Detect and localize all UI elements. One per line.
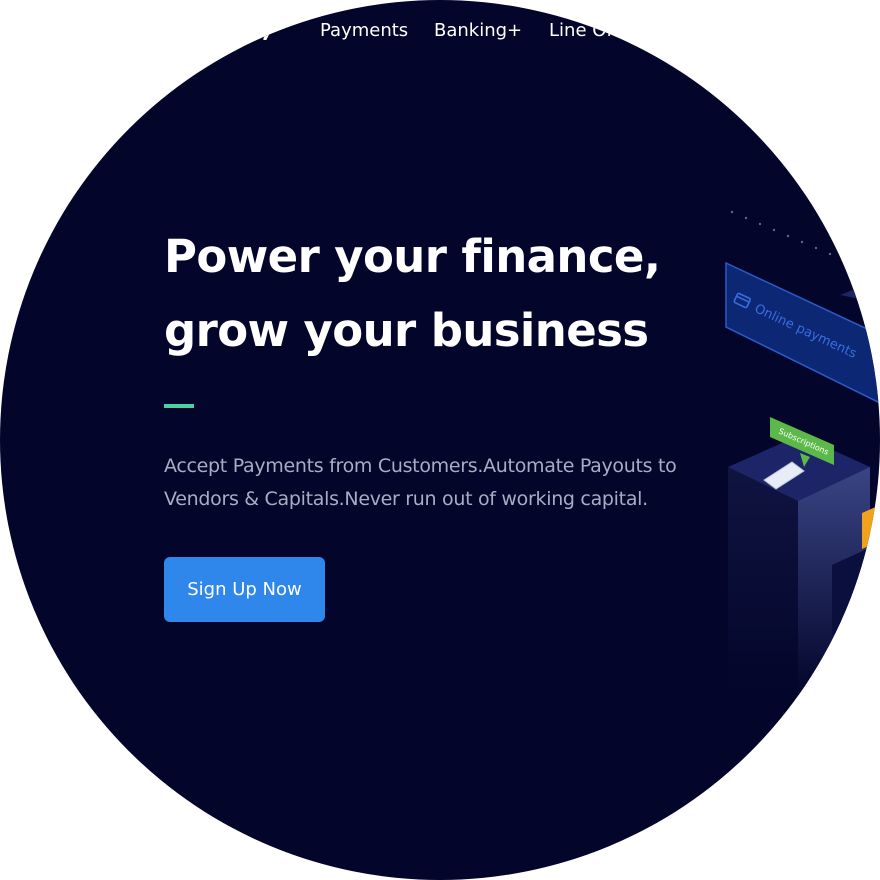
sign-up-button[interactable]: Sign Up Now xyxy=(164,557,325,622)
hero-subtitle-line-2: Vendors & Capitals.Never run out of work… xyxy=(164,488,648,510)
hero-title-line-1: Power your finance, xyxy=(164,230,661,283)
hero-title: Power your finance, grow your business xyxy=(164,220,724,368)
top-navigation: Payments Banking+ Line Of xyxy=(0,18,880,44)
dotted-guide-lines xyxy=(730,210,874,274)
nav-item-banking[interactable]: Banking+ xyxy=(434,18,522,44)
isometric-tower xyxy=(728,435,880,695)
online-payments-card: Online payments xyxy=(725,261,880,404)
hero-title-line-2: grow your business xyxy=(164,304,649,357)
distant-platform xyxy=(840,279,880,303)
nav-item-payments[interactable]: Payments xyxy=(320,18,408,44)
hero-subtitle-line-1: Accept Payments from Customers.Automate … xyxy=(164,455,677,477)
nav-item-line-of[interactable]: Line Of xyxy=(549,18,624,44)
isometric-payments-illustration: Online payments Subscriptions xyxy=(725,210,880,695)
hero-subtitle: Accept Payments from Customers.Automate … xyxy=(164,450,734,516)
brand-logo-fragment[interactable] xyxy=(258,20,280,40)
hero-section: Payments Banking+ Line Of Power your fin… xyxy=(0,0,880,880)
accent-divider xyxy=(164,404,194,408)
